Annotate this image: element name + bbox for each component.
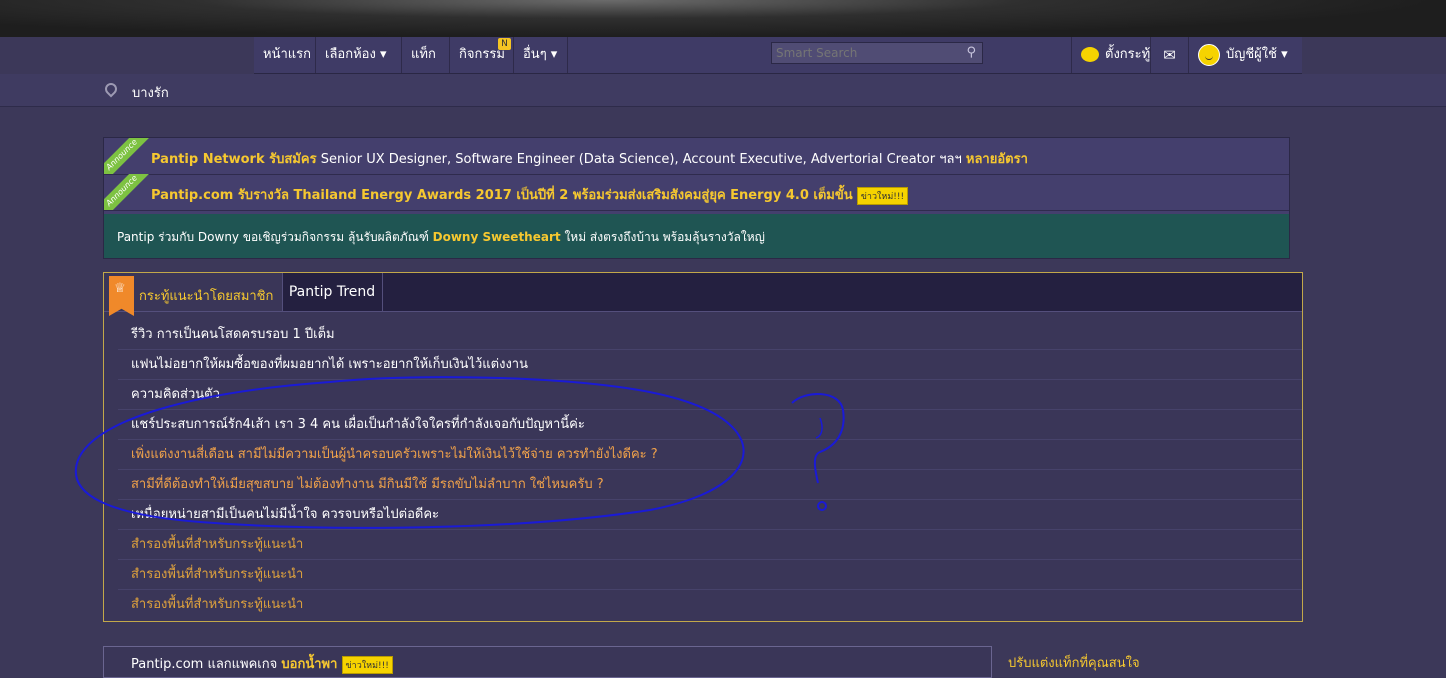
- announcement-row[interactable]: Announce Pantip Network รับสมัคร Senior …: [104, 138, 1289, 175]
- announcement-tail: หลายอัตรา: [965, 152, 1028, 167]
- announcement-row[interactable]: Announce Pantip.com รับรางวัล Thailand E…: [104, 174, 1289, 211]
- search-input[interactable]: [772, 43, 966, 63]
- account-label: บัญชีผู้ใช้ ▾: [1226, 47, 1288, 62]
- header-banner: [0, 0, 1446, 37]
- list-item[interactable]: แฟนไม่อยากให้ผมซื้อของที่ผมอยากได้ เพราะ…: [118, 350, 1302, 380]
- nav-home[interactable]: หน้าแรก: [254, 37, 316, 73]
- list-item[interactable]: สำรองพื้นที่สำหรับกระทู้แนะนำ: [118, 530, 1302, 560]
- nav-rooms[interactable]: เลือกห้อง ▾: [316, 37, 402, 73]
- new-badge: N: [498, 38, 511, 50]
- avatar: [1198, 43, 1220, 66]
- top-nav: หน้าแรก เลือกห้อง ▾ แท็ก กิจกรรม N อื่นๆ…: [254, 37, 1302, 74]
- announcement-box: Announce Pantip Network รับสมัคร Senior …: [103, 137, 1290, 259]
- tab-member-recommended[interactable]: ♕ กระทู้แนะนำโดยสมาชิก: [104, 273, 283, 316]
- bottom-announcement[interactable]: Pantip.com แลกแพคเกจ บอกน้ำพา ข่าวใหม่!!…: [131, 653, 393, 674]
- topic-list: รีวิว การเป็นคนโสดครบรอบ 1 ปีเต็ม แฟนไม่…: [118, 320, 1302, 619]
- list-item[interactable]: สำรองพื้นที่สำหรับกระทู้แนะนำ: [118, 560, 1302, 590]
- list-item[interactable]: เหนื่อยหน่ายสามีเป็นคนไม่มีน้ำใจ ควรจบหร…: [118, 500, 1302, 530]
- search-icon[interactable]: ⚲: [966, 45, 976, 60]
- list-item[interactable]: ความคิดส่วนตัว: [118, 380, 1302, 410]
- account-menu[interactable]: บัญชีผู้ใช้ ▾: [1189, 37, 1302, 73]
- new-badge: ข่าวใหม่!!!: [856, 186, 909, 205]
- search-box: ⚲: [771, 42, 983, 64]
- promo-highlight: Downy Sweetheart: [432, 230, 561, 244]
- speech-bubble-icon: [1081, 47, 1099, 62]
- list-item[interactable]: รีวิว การเป็นคนโสดครบรอบ 1 ปีเต็ม: [118, 320, 1302, 350]
- nav-activities[interactable]: กิจกรรม N: [450, 37, 514, 73]
- new-topic-button[interactable]: ตั้งกระทู้: [1071, 37, 1151, 73]
- trophy-icon: ♕: [114, 281, 126, 296]
- location-pin-icon: [102, 80, 120, 98]
- announcement-brand: Pantip Network รับสมัคร: [151, 152, 317, 167]
- nav-tags[interactable]: แท็ก: [402, 37, 450, 73]
- announcement-text[interactable]: Pantip.com รับรางวัล Thailand Energy Awa…: [151, 184, 909, 205]
- customize-tags-link[interactable]: ปรับแต่งแท็กที่คุณสนใจ: [1008, 652, 1140, 673]
- promo-pre: Pantip ร่วมกับ Downy ขอเชิญร่วมกิจกรรม ล…: [117, 230, 433, 244]
- announce-ribbon: Announce: [104, 174, 153, 210]
- promo-banner[interactable]: Pantip ร่วมกับ Downy ขอเชิญร่วมกิจกรรม ล…: [104, 214, 1289, 258]
- breadcrumb-item[interactable]: บางรัก: [132, 82, 169, 103]
- nav-more[interactable]: อื่นๆ ▾: [514, 37, 568, 73]
- tab-bar: ♕ กระทู้แนะนำโดยสมาชิก Pantip Trend: [104, 273, 1302, 316]
- bottom-panel: Pantip.com แลกแพคเกจ บอกน้ำพา ข่าวใหม่!!…: [103, 646, 992, 678]
- list-item[interactable]: สำรองพื้นที่สำหรับกระทู้แนะนำ: [118, 590, 1302, 619]
- mail-icon[interactable]: ✉: [1151, 37, 1189, 73]
- list-item[interactable]: สามีที่ดีต้องทำให้เมียสุขสบาย ไม่ต้องทำง…: [118, 470, 1302, 500]
- new-topic-label: ตั้งกระทู้: [1105, 47, 1151, 62]
- promo-post: ใหม่ ส่งตรงถึงบ้าน พร้อมลุ้นรางวัลใหญ่: [560, 230, 765, 244]
- list-item[interactable]: เพิ่งแต่งงานสี่เดือน สามีไม่มีความเป็นผู…: [118, 440, 1302, 470]
- announce-ribbon: Announce: [104, 138, 153, 174]
- recommended-topics-panel: ♕ กระทู้แนะนำโดยสมาชิก Pantip Trend รีวิ…: [103, 272, 1303, 622]
- announcement-brand: Pantip.com รับรางวัล Thailand Energy Awa…: [151, 188, 853, 203]
- list-item[interactable]: แชร์ประสบการณ์รัก4เส้า เรา 3 4 คน เผื่อเ…: [118, 410, 1302, 440]
- tab-label: กระทู้แนะนำโดยสมาชิก: [139, 289, 274, 304]
- announcement-body: Senior UX Designer, Software Engineer (D…: [316, 152, 966, 167]
- tab-pantip-trend[interactable]: Pantip Trend: [282, 273, 383, 311]
- promo-text[interactable]: Pantip ร่วมกับ Downy ขอเชิญร่วมกิจกรรม ล…: [117, 228, 765, 247]
- breadcrumb: บางรัก: [0, 74, 1446, 107]
- announcement-text[interactable]: Pantip Network รับสมัคร Senior UX Design…: [151, 148, 1028, 169]
- trophy-ribbon: ♕: [109, 276, 134, 316]
